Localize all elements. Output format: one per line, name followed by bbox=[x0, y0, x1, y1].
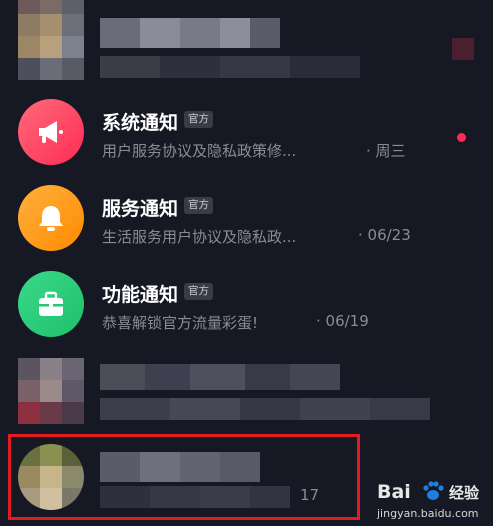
notification-time: · 06/19 bbox=[316, 312, 369, 330]
pixelated-name bbox=[100, 18, 280, 48]
paw-icon bbox=[421, 479, 445, 507]
official-badge: 官方 bbox=[184, 197, 213, 214]
service-notification-avatar bbox=[18, 185, 84, 251]
official-badge: 官方 bbox=[184, 283, 213, 300]
notification-time: · 06/23 bbox=[358, 226, 411, 244]
notification-row-system[interactable]: 系统通知 官方 用户服务协议及隐私政策修... · 周三 bbox=[0, 86, 493, 172]
pixelated-dot bbox=[452, 38, 474, 60]
pixelated-avatar bbox=[18, 358, 84, 424]
official-badge: 官方 bbox=[184, 111, 213, 128]
notification-row-function[interactable]: 功能通知 官方 恭喜解锁官方流量彩蛋! · 06/19 bbox=[0, 258, 493, 344]
notification-preview: 用户服务协议及隐私政策修... bbox=[102, 142, 297, 160]
notification-preview: 恭喜解锁官方流量彩蛋! bbox=[102, 314, 259, 332]
function-notification-avatar bbox=[18, 271, 84, 337]
briefcase-icon bbox=[18, 271, 84, 337]
pixelated-preview bbox=[100, 56, 430, 78]
pixelated-avatar bbox=[18, 0, 84, 80]
notification-title: 功能通知 bbox=[102, 284, 179, 306]
chat-row-blurred-top[interactable] bbox=[0, 0, 493, 86]
megaphone-icon bbox=[18, 99, 84, 165]
pixelated-name bbox=[100, 364, 340, 390]
watermark-suffix: 经验 bbox=[449, 484, 480, 502]
pixelated-preview bbox=[100, 398, 430, 420]
unread-dot bbox=[457, 133, 466, 142]
notification-preview: 生活服务用户协议及隐私政... bbox=[102, 228, 297, 246]
watermark-logo-text: Bai bbox=[377, 481, 411, 503]
notification-row-service[interactable]: 服务通知 官方 生活服务用户协议及隐私政... · 06/23 bbox=[0, 172, 493, 258]
highlight-box bbox=[8, 434, 360, 520]
bell-icon bbox=[18, 185, 84, 251]
notification-title: 服务通知 bbox=[102, 198, 179, 220]
chat-row-blurred-middle[interactable] bbox=[0, 344, 493, 430]
notification-time: · 周三 bbox=[366, 142, 406, 160]
watermark-url: jingyan.baidu.com bbox=[377, 507, 479, 520]
baidu-jingyan-watermark: Bai 经验 jingyan.baidu.com bbox=[377, 479, 485, 523]
notification-title: 系统通知 bbox=[102, 112, 179, 134]
system-notification-avatar bbox=[18, 99, 84, 165]
